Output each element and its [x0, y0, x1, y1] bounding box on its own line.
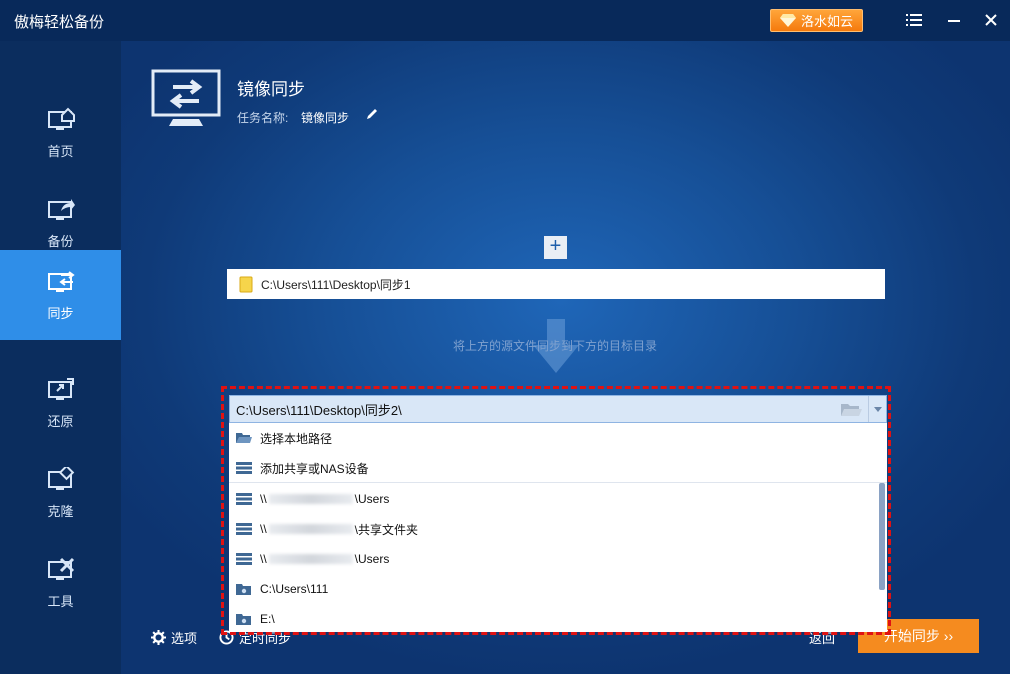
sidebar-item-label: 克隆: [47, 503, 74, 519]
sync-monitor-icon: [47, 270, 75, 292]
restore-monitor-icon: [47, 377, 74, 400]
nas-server-icon: [236, 462, 252, 474]
list-item-prefix: \\: [260, 492, 267, 506]
home-monitor-icon: [47, 107, 75, 130]
tools-monitor-icon: [47, 557, 74, 580]
menu-icon[interactable]: [904, 10, 924, 30]
redacted-address: [268, 494, 353, 504]
sidebar-item-label: 备份: [47, 233, 74, 249]
list-item-label: 选择本地路径: [260, 431, 333, 446]
task-name-label: 任务名称:: [237, 111, 289, 125]
gear-icon: [151, 630, 166, 645]
nas-server-icon: [236, 523, 252, 535]
sidebar-item-label: 首页: [47, 143, 74, 159]
edit-pencil-icon[interactable]: [365, 107, 379, 121]
folder-icon: [239, 276, 253, 292]
source-path-text: C:\Users\111\Desktop\同步1: [261, 277, 411, 292]
list-item-recent-nas-1[interactable]: \\ \Users: [229, 484, 879, 514]
close-icon[interactable]: [981, 10, 1001, 30]
destination-combo[interactable]: C:\Users\111\Desktop\同步2\: [229, 395, 887, 423]
sidebar-item-sync[interactable]: 同步: [0, 250, 121, 340]
app-title: 傲梅轻松备份: [14, 14, 105, 31]
list-item-label: C:\Users\111: [260, 582, 329, 596]
list-separator: [229, 482, 887, 483]
redacted-address: [268, 554, 353, 564]
chevron-down-icon[interactable]: [868, 396, 886, 422]
sidebar-item-restore[interactable]: 还原: [0, 358, 121, 448]
destination-dropdown-highlight: C:\Users\111\Desktop\同步2\ 选择本地路径 添加共享或NA…: [221, 386, 891, 635]
app-window: 傲梅轻松备份 洛水如云 首页 备份 同步 还原 克隆 工具 镜像同步 任务名称:…: [0, 0, 1010, 674]
network-folder-icon: [236, 583, 252, 596]
sidebar-item-label: 还原: [47, 413, 74, 429]
list-item-select-local-path[interactable]: 选择本地路径: [229, 423, 879, 453]
sidebar-item-clone[interactable]: 克隆: [0, 448, 121, 538]
clone-monitor-icon: [47, 466, 74, 490]
upgrade-button[interactable]: 洛水如云: [770, 9, 863, 32]
sidebar: 首页 备份 同步 还原 克隆 工具: [0, 41, 121, 674]
page-title: 镜像同步: [237, 80, 305, 99]
sync-hint-text: 将上方的源文件同步到下方的目标目录: [453, 339, 658, 353]
title-bar: 傲梅轻松备份 洛水如云: [0, 0, 1010, 41]
list-item-suffix: \共享文件夹: [354, 522, 419, 537]
upgrade-label: 洛水如云: [800, 14, 853, 29]
sidebar-item-home[interactable]: 首页: [0, 88, 121, 178]
list-item-recent-nas-2[interactable]: \\ \共享文件夹: [229, 514, 879, 544]
redacted-address: [268, 524, 353, 534]
list-item-prefix: \\: [260, 522, 267, 536]
source-path-box[interactable]: C:\Users\111\Desktop\同步1: [227, 269, 885, 299]
sidebar-item-label: 工具: [47, 593, 74, 609]
list-item-suffix: \Users: [354, 492, 390, 506]
sidebar-item-label: 同步: [47, 305, 74, 321]
list-item-suffix: \Users: [354, 552, 390, 566]
destination-path-text: C:\Users\111\Desktop\同步2\: [236, 402, 402, 418]
list-scrollbar[interactable]: [879, 483, 885, 590]
list-item-label: 添加共享或NAS设备: [260, 461, 369, 476]
sidebar-item-tools[interactable]: 工具: [0, 538, 121, 628]
folder-open-icon[interactable]: [840, 402, 862, 417]
folder-open-icon: [236, 432, 252, 444]
list-item-recent-nas-3[interactable]: \\ \Users: [229, 544, 879, 574]
diamond-icon: [779, 14, 796, 27]
destination-list: 选择本地路径 添加共享或NAS设备 \\ \Users \\ \共享文件夹 \\…: [229, 423, 887, 632]
options-label: 选项: [171, 631, 198, 646]
list-item-prefix: \\: [260, 552, 267, 566]
nas-server-icon: [236, 553, 252, 565]
list-item-recent-folder-1[interactable]: C:\Users\111: [229, 574, 879, 604]
list-item-recent-folder-2[interactable]: E:\: [229, 604, 879, 634]
minimize-icon[interactable]: [944, 10, 964, 30]
task-name-value: 镜像同步: [301, 111, 350, 125]
list-item-add-nas[interactable]: 添加共享或NAS设备: [229, 453, 879, 483]
list-item-label: E:\: [260, 612, 275, 626]
nas-server-icon: [236, 493, 252, 505]
add-source-button[interactable]: +: [544, 236, 567, 259]
network-folder-icon: [236, 613, 252, 626]
options-link[interactable]: 选项: [151, 628, 197, 647]
sync-monitor-large-icon: [151, 69, 221, 126]
backup-monitor-icon: [47, 198, 75, 220]
